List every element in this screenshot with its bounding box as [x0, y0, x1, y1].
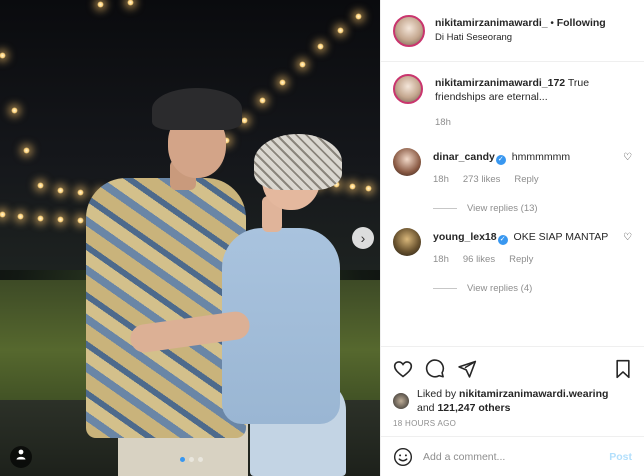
- chevron-right-icon[interactable]: ›: [352, 227, 374, 249]
- header-username[interactable]: nikitamirzanimawardi_: [435, 17, 548, 29]
- photo-woman-bucket-hat: [254, 134, 342, 190]
- avatar[interactable]: [393, 393, 409, 409]
- comments-list: nikitamirzanimawardi_172 True friendship…: [381, 62, 644, 346]
- post-comment-button[interactable]: Post: [609, 451, 632, 463]
- comment-text: young_lex18 ✓ OKE SIAP MANTAP 18h 96 like…: [433, 228, 613, 267]
- light-bulb: [23, 147, 30, 154]
- replies-divider: [433, 208, 457, 209]
- avatar[interactable]: [393, 228, 421, 256]
- light-bulb: [17, 213, 24, 220]
- light-bulb: [57, 187, 64, 194]
- person-tag-icon[interactable]: [10, 446, 32, 468]
- caption-username[interactable]: nikitamirzanimawardi_172: [435, 77, 565, 89]
- comment-text: dinar_candy ✓ hmmmmmm 18h 273 likes Reply: [433, 148, 613, 187]
- post-actions: Liked by nikitamirzanimawardi.wearing an…: [381, 346, 644, 428]
- view-replies-button[interactable]: View replies (4): [433, 283, 632, 294]
- bookmark-icon[interactable]: [614, 359, 632, 379]
- post-photo[interactable]: ›: [0, 0, 380, 476]
- comment-likes[interactable]: 96 likes: [463, 253, 495, 267]
- caption-meta: 18h: [435, 116, 615, 130]
- emoji-icon[interactable]: [393, 447, 413, 467]
- heart-icon[interactable]: ♡: [623, 232, 632, 243]
- following-button[interactable]: Following: [557, 17, 606, 29]
- comment-meta: 18h 96 likes Reply: [433, 253, 613, 267]
- light-bulb: [349, 183, 356, 190]
- liked-by-text: Liked by nikitamirzanimawardi.wearing an…: [417, 387, 608, 415]
- light-bulb: [259, 97, 266, 104]
- liked-by-and: and: [417, 402, 435, 414]
- post-header: nikitamirzanimawardi_ • Following Di Hat…: [381, 0, 644, 62]
- comment-item: young_lex18 ✓ OKE SIAP MANTAP 18h 96 like…: [393, 228, 632, 267]
- reply-button[interactable]: Reply: [509, 253, 533, 267]
- comment-item: dinar_candy ✓ hmmmmmm 18h 273 likes Reply…: [393, 148, 632, 187]
- carousel-dot: [198, 457, 203, 462]
- heart-icon[interactable]: ♡: [623, 152, 632, 163]
- caption: nikitamirzanimawardi_172 True friendship…: [393, 74, 632, 130]
- carousel-dot: [180, 457, 185, 462]
- comment-username[interactable]: young_lex18: [433, 231, 497, 243]
- view-replies-label: View replies (4): [467, 283, 533, 294]
- heart-icon[interactable]: [393, 359, 413, 379]
- light-bulb: [11, 107, 18, 114]
- location-link[interactable]: Di Hati Seseorang: [435, 31, 606, 45]
- light-bulb: [57, 216, 64, 223]
- avatar[interactable]: [393, 14, 425, 47]
- comment-body: hmmmmmm: [511, 151, 571, 163]
- post-side-panel: nikitamirzanimawardi_ • Following Di Hat…: [380, 0, 644, 476]
- photo-man-bucket-hat: [152, 88, 242, 130]
- liked-by-prefix: Liked by: [417, 388, 457, 400]
- light-bulb: [317, 43, 324, 50]
- verified-badge-icon: ✓: [497, 235, 508, 245]
- view-replies-label: View replies (13): [467, 203, 538, 214]
- comment-icon[interactable]: [425, 359, 445, 379]
- share-icon[interactable]: [457, 359, 477, 379]
- carousel-dot: [189, 457, 194, 462]
- liked-by-username[interactable]: nikitamirzanimawardi.wearing: [459, 388, 608, 400]
- comment-time[interactable]: 18h: [433, 253, 449, 267]
- view-replies-button[interactable]: View replies (13): [433, 203, 632, 214]
- header-meta: nikitamirzanimawardi_ • Following Di Hat…: [435, 16, 606, 45]
- light-bulb: [77, 189, 84, 196]
- instagram-post: › nikitamirzanimawardi_ • Following Di H…: [0, 0, 644, 476]
- comment-likes[interactable]: 273 likes: [463, 173, 501, 187]
- person-tag-glyph: [16, 449, 26, 460]
- light-bulb: [279, 79, 286, 86]
- light-bulb: [37, 182, 44, 189]
- comment-meta: 18h 273 likes Reply: [433, 173, 613, 187]
- carousel-dots: [180, 457, 203, 462]
- light-bulb: [365, 185, 372, 192]
- comment-body: OKE SIAP MANTAP: [513, 231, 609, 243]
- post-timestamp[interactable]: 18 HOURS AGO: [393, 419, 632, 428]
- avatar[interactable]: [393, 74, 423, 104]
- light-bulb: [337, 27, 344, 34]
- likes-count[interactable]: 121,247 others: [437, 402, 510, 414]
- reply-button[interactable]: Reply: [514, 173, 538, 187]
- action-icons: [393, 357, 632, 381]
- comment-username[interactable]: dinar_candy: [433, 151, 495, 163]
- comment-input[interactable]: [423, 450, 610, 463]
- caption-text: nikitamirzanimawardi_172 True friendship…: [435, 74, 615, 130]
- add-comment-bar: Post: [381, 436, 644, 476]
- avatar[interactable]: [393, 148, 421, 176]
- replies-divider: [433, 288, 457, 289]
- comment-time[interactable]: 18h: [433, 173, 449, 187]
- liked-by: Liked by nikitamirzanimawardi.wearing an…: [393, 387, 632, 415]
- light-bulb: [97, 1, 104, 8]
- light-bulb: [77, 217, 84, 224]
- light-bulb: [241, 117, 248, 124]
- light-bulb: [37, 215, 44, 222]
- caption-time[interactable]: 18h: [435, 116, 451, 130]
- light-bulb: [355, 13, 362, 20]
- header-separator: •: [550, 18, 554, 29]
- verified-badge-icon: ✓: [495, 155, 506, 165]
- light-bulb: [299, 61, 306, 68]
